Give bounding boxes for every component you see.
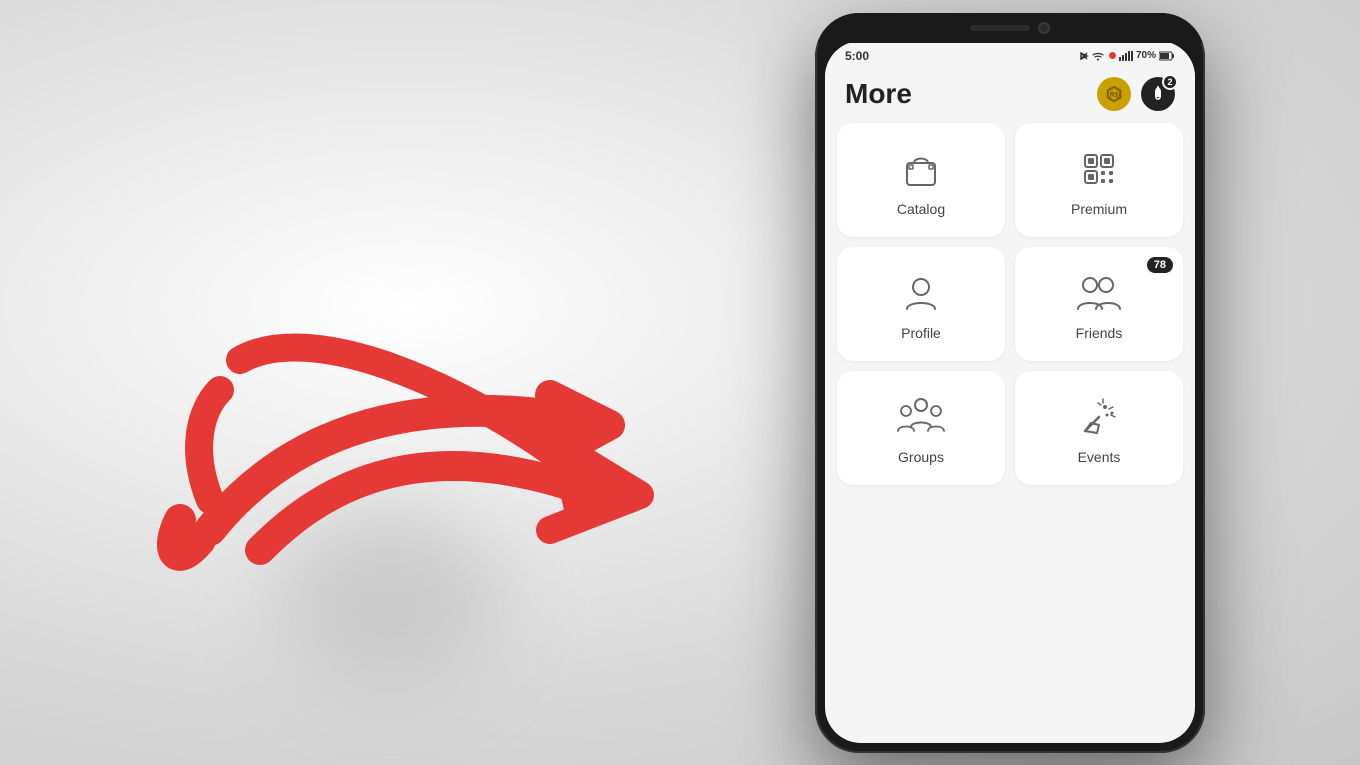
phone-screen: 5:00: [825, 41, 1195, 743]
events-card[interactable]: Events: [1015, 371, 1183, 485]
signal-icon: [1119, 51, 1133, 61]
notification-badge: 2: [1162, 74, 1178, 90]
phone-speaker: [970, 25, 1030, 31]
robux-button[interactable]: R$: [1097, 77, 1131, 111]
phone-top-bar: [815, 13, 1205, 43]
phone-device: 5:00: [815, 13, 1205, 753]
friends-badge: 78: [1147, 257, 1173, 273]
groups-label: Groups: [898, 449, 944, 465]
status-time: 5:00: [845, 49, 869, 63]
notification-button[interactable]: 2: [1141, 77, 1175, 111]
recording-dot: [1109, 52, 1116, 59]
menu-grid: Catalog: [825, 123, 1195, 485]
groups-icon: [896, 395, 946, 439]
status-icons: 70%: [1079, 50, 1175, 62]
profile-card[interactable]: Profile: [837, 247, 1005, 361]
phone-camera: [1038, 22, 1050, 34]
phone-wrapper: 5:00: [660, 0, 1360, 765]
robux-hex-icon: R$: [1105, 85, 1123, 103]
friends-card[interactable]: 78 Friends: [1015, 247, 1183, 361]
catalog-label: Catalog: [897, 201, 945, 217]
premium-label: Premium: [1071, 201, 1127, 217]
groups-card[interactable]: Groups: [837, 371, 1005, 485]
app-title: More: [845, 78, 912, 110]
premium-card[interactable]: Premium: [1015, 123, 1183, 237]
events-icon: [1077, 395, 1121, 439]
bluetooth-icon: [1079, 50, 1089, 62]
friends-label: Friends: [1076, 325, 1123, 341]
person-icon: [899, 271, 943, 315]
premium-icon: [1077, 147, 1121, 191]
shopping-bag-icon: [899, 147, 943, 191]
wifi-icon: [1092, 51, 1104, 61]
catalog-card[interactable]: Catalog: [837, 123, 1005, 237]
header-icons: R$ 2: [1097, 77, 1175, 111]
status-bar: 5:00: [825, 41, 1195, 67]
battery-level: 70%: [1136, 50, 1156, 61]
app-header: More R$: [825, 67, 1195, 123]
events-label: Events: [1078, 449, 1121, 465]
profile-label: Profile: [901, 325, 941, 341]
bg-blur-shape: [280, 505, 500, 685]
battery-icon: [1159, 51, 1175, 61]
svg-text:R$: R$: [1110, 92, 1119, 99]
friends-icon: [1074, 271, 1124, 315]
